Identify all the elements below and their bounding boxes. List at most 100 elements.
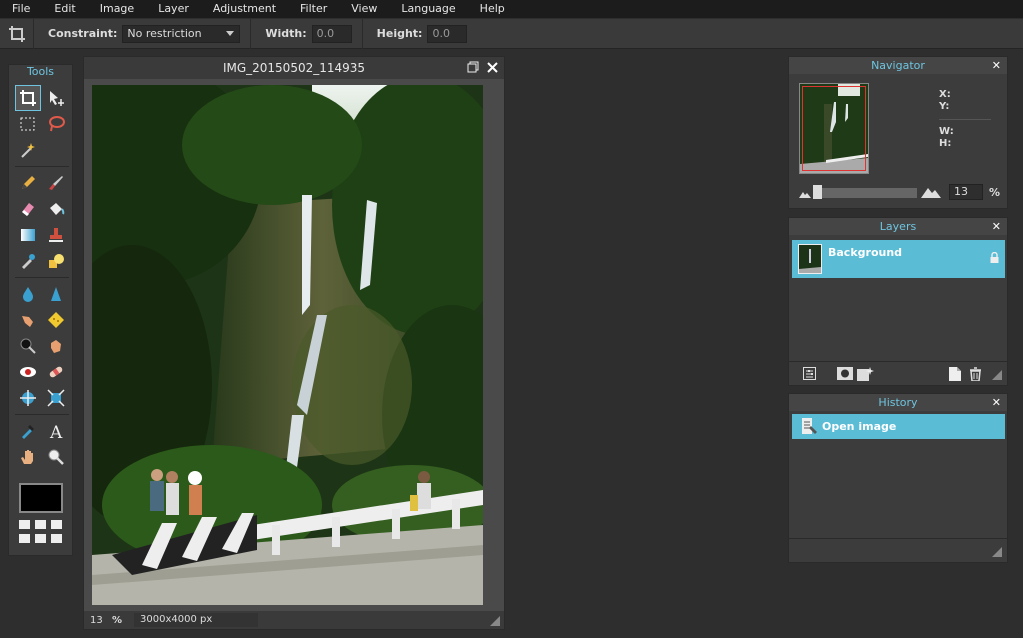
pencil-icon <box>22 176 35 189</box>
image-window: IMG_20150502_114935 13 % 3000x4000 px <box>83 56 505 630</box>
sponge-icon <box>48 312 64 328</box>
brush-tool[interactable] <box>43 170 69 196</box>
resize-grip-icon[interactable] <box>490 616 500 626</box>
menu-edit[interactable]: Edit <box>42 0 87 18</box>
restore-window-icon[interactable] <box>467 61 479 73</box>
viewport-frame[interactable] <box>802 86 866 171</box>
eraser-tool[interactable] <box>15 196 41 222</box>
menu-help[interactable]: Help <box>468 0 517 18</box>
palette-cell[interactable] <box>51 534 62 543</box>
menu-bar: File Edit Image Layer Adjustment Filter … <box>0 0 1023 18</box>
close-icon[interactable] <box>487 61 498 73</box>
menu-view[interactable]: View <box>339 0 389 18</box>
y-label: Y: <box>939 101 950 112</box>
eraser-icon <box>22 203 34 216</box>
smudge-tool[interactable] <box>15 307 41 333</box>
zoom-out-mountain-icon[interactable] <box>799 188 811 198</box>
history-panel: History ✕ Open image <box>788 393 1008 563</box>
drawing-tool[interactable] <box>43 248 69 274</box>
photo-waterfall <box>92 85 483 605</box>
menu-image[interactable]: Image <box>88 0 146 18</box>
navigator-thumbnail[interactable] <box>799 83 869 174</box>
dodge-icon <box>20 338 36 354</box>
spot-heal-tool[interactable] <box>43 359 69 385</box>
close-icon[interactable]: ✕ <box>992 218 1001 235</box>
pinch-tool[interactable] <box>43 385 69 411</box>
clone-stamp-tool[interactable] <box>43 222 69 248</box>
hand-tool[interactable] <box>15 444 41 470</box>
bloat-tool[interactable] <box>15 385 41 411</box>
zoom-tool[interactable] <box>43 444 69 470</box>
water-drop-icon <box>23 287 33 302</box>
red-eye-tool[interactable] <box>15 359 41 385</box>
resize-grip-icon[interactable] <box>992 370 1002 380</box>
color-replace-icon <box>22 254 35 269</box>
crop-tool[interactable] <box>15 85 41 111</box>
lasso-tool[interactable] <box>43 111 69 137</box>
sponge-tool[interactable] <box>43 307 69 333</box>
magnifier-icon <box>48 449 64 465</box>
menu-language[interactable]: Language <box>389 0 467 18</box>
zoom-level[interactable]: 13 <box>90 615 112 626</box>
paint-bucket-tool[interactable] <box>43 196 69 222</box>
zoom-slider-track[interactable] <box>815 188 917 198</box>
constraint-select[interactable]: No restriction <box>122 24 241 43</box>
height-input[interactable]: 0.0 <box>427 24 468 43</box>
type-tool[interactable]: A <box>43 418 69 444</box>
dodge-tool[interactable] <box>15 333 41 359</box>
resize-grip-icon[interactable] <box>992 547 1002 557</box>
history-titlebar[interactable]: History ✕ <box>789 394 1007 411</box>
layer-item-background[interactable]: Background <box>792 240 1005 278</box>
palette-cell[interactable] <box>19 520 30 529</box>
palette-cell[interactable] <box>19 534 30 543</box>
history-title: History <box>878 396 918 409</box>
sharpen-tool[interactable] <box>43 281 69 307</box>
pencil-tool[interactable] <box>15 170 41 196</box>
image-canvas[interactable] <box>92 85 483 605</box>
new-layer-icon[interactable] <box>949 367 961 381</box>
text-icon: A <box>49 423 63 440</box>
close-icon[interactable]: ✕ <box>992 57 1001 74</box>
bandage-icon <box>49 366 63 378</box>
menu-file[interactable]: File <box>0 0 42 18</box>
history-footer <box>789 538 1007 562</box>
color-replace-tool[interactable] <box>15 248 41 274</box>
navigator-coords: X: Y: W: H: <box>939 89 991 150</box>
height-label: Height: <box>376 27 423 40</box>
foreground-color-swatch[interactable] <box>19 483 63 513</box>
width-input[interactable]: 0.0 <box>311 24 352 43</box>
history-item-name: Open image <box>822 420 897 433</box>
trash-icon[interactable] <box>969 367 982 381</box>
navigator-titlebar[interactable]: Navigator ✕ <box>789 57 1007 74</box>
burn-tool[interactable] <box>43 333 69 359</box>
menu-adjustment[interactable]: Adjustment <box>201 0 288 18</box>
menu-filter[interactable]: Filter <box>288 0 339 18</box>
magic-wand-tool[interactable] <box>15 137 41 163</box>
palette-cell[interactable] <box>35 520 46 529</box>
constraint-label: Constraint: <box>48 27 118 40</box>
gradient-tool[interactable] <box>15 222 41 248</box>
layer-name: Background <box>828 246 903 259</box>
tools-title: Tools <box>26 65 55 78</box>
layer-effects-icon[interactable] <box>857 367 875 381</box>
close-icon[interactable]: ✕ <box>992 394 1001 411</box>
palette-cell[interactable] <box>35 534 46 543</box>
layer-mask-icon[interactable] <box>837 367 853 380</box>
svg-text:A: A <box>49 423 63 440</box>
color-picker-tool[interactable] <box>15 418 41 444</box>
menu-layer[interactable]: Layer <box>146 0 201 18</box>
blur-tool[interactable] <box>15 281 41 307</box>
marquee-tool[interactable] <box>15 111 41 137</box>
layer-settings-icon[interactable] <box>803 367 816 380</box>
layers-footer <box>789 361 1007 385</box>
history-item-open-image[interactable]: Open image <box>792 414 1005 439</box>
move-icon <box>50 91 64 106</box>
navigator-zoom-unit: % <box>989 186 1001 199</box>
zoom-slider-handle[interactable] <box>813 185 822 199</box>
image-window-titlebar[interactable]: IMG_20150502_114935 <box>84 57 504 79</box>
move-tool[interactable] <box>43 85 69 111</box>
zoom-in-mountain-icon[interactable] <box>921 186 941 198</box>
navigator-zoom-input[interactable]: 13 <box>949 184 983 200</box>
palette-cell[interactable] <box>51 520 62 529</box>
layers-titlebar[interactable]: Layers ✕ <box>789 218 1007 235</box>
